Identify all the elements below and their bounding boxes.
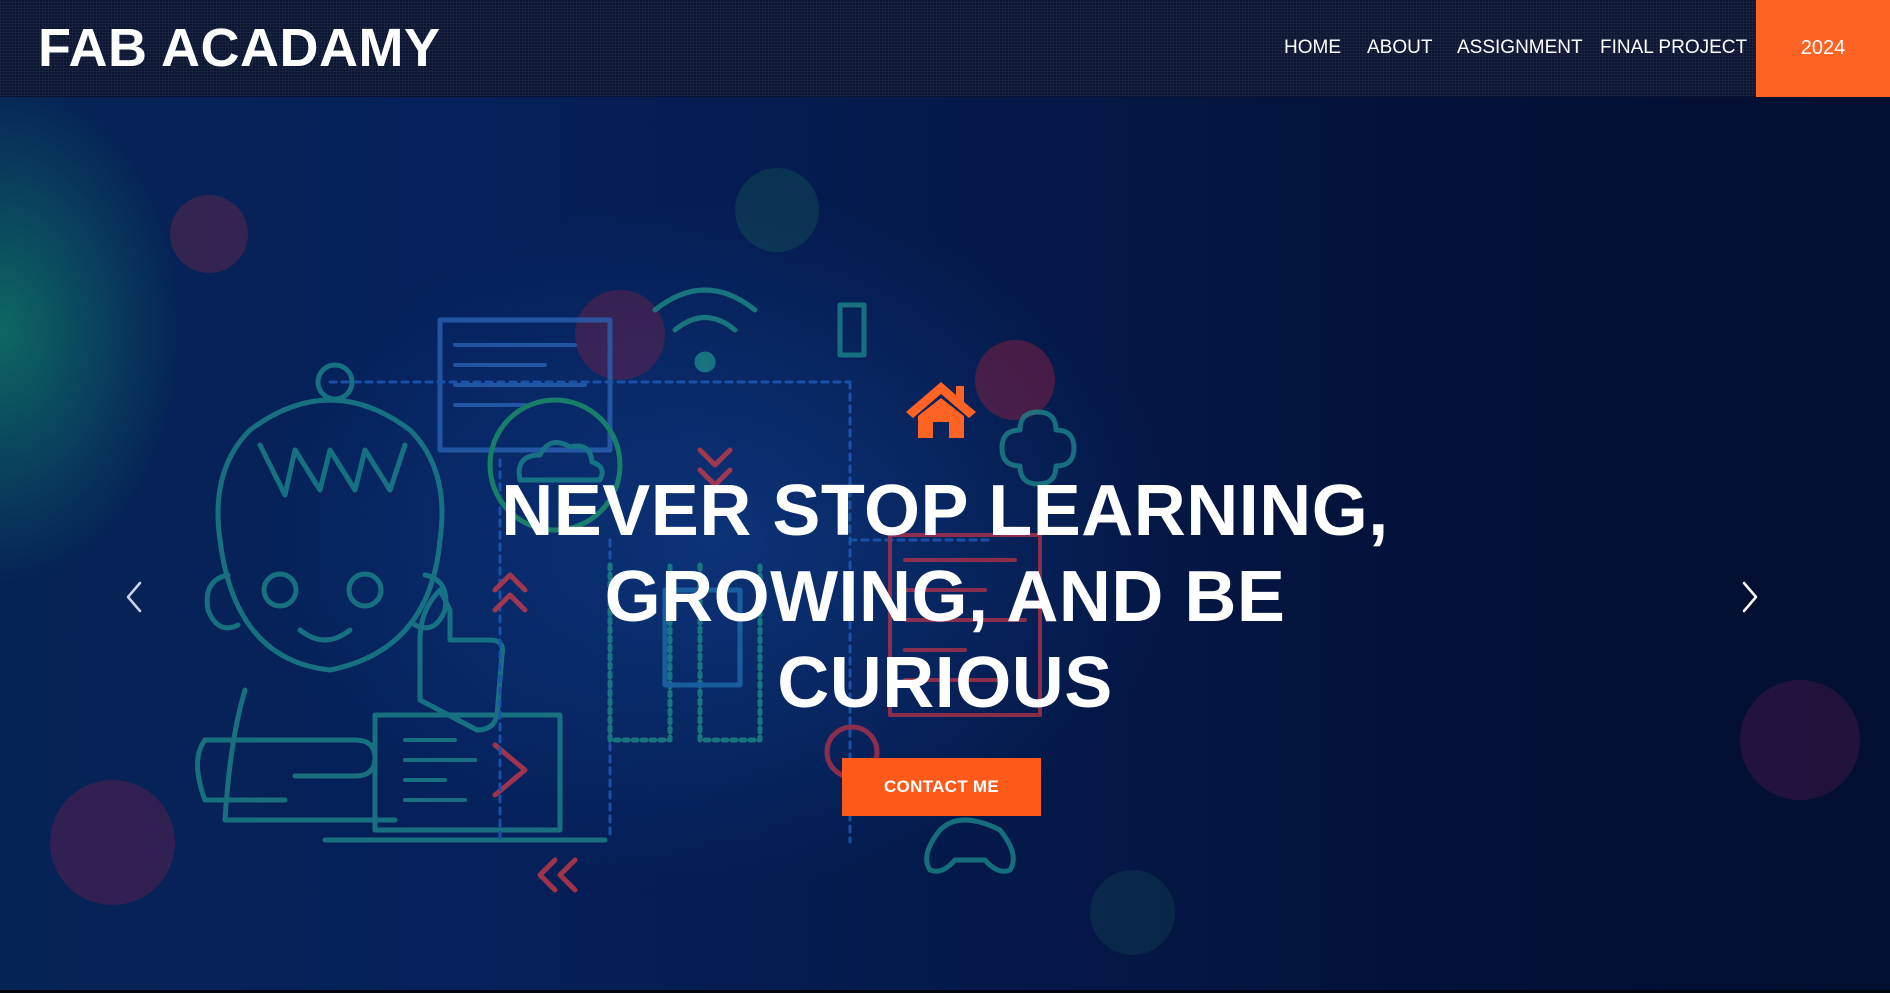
nav-assignment[interactable]: ASSIGNMENT — [1457, 36, 1583, 60]
headline-line-1: NEVER STOP LEARNING, — [501, 471, 1389, 551]
headline-line-2: GROWING, AND BE — [604, 557, 1286, 637]
contact-me-button[interactable]: CONTACT ME — [842, 758, 1041, 816]
page: FAB ACADAMY HOME ABOUT ASSIGNMENT FINAL … — [0, 0, 1890, 993]
main-nav: HOME ABOUT ASSIGNMENT FINAL PROJECT — [0, 36, 1756, 60]
headline-line-3: CURIOUS — [777, 643, 1113, 723]
chevron-right-icon — [1742, 581, 1758, 613]
year-button[interactable]: 2024 — [1756, 0, 1890, 97]
hero-headline: NEVER STOP LEARNING, GROWING, AND BE CUR… — [440, 468, 1450, 726]
nav-about[interactable]: ABOUT — [1367, 36, 1432, 60]
home-icon — [906, 382, 976, 438]
carousel-prev-button[interactable] — [120, 577, 150, 617]
nav-home[interactable]: HOME — [1284, 36, 1341, 60]
nav-final-project[interactable]: FINAL PROJECT — [1600, 36, 1747, 60]
carousel-next-button[interactable] — [1734, 577, 1764, 617]
chevron-left-icon — [126, 581, 142, 613]
site-header: FAB ACADAMY HOME ABOUT ASSIGNMENT FINAL … — [0, 0, 1890, 97]
